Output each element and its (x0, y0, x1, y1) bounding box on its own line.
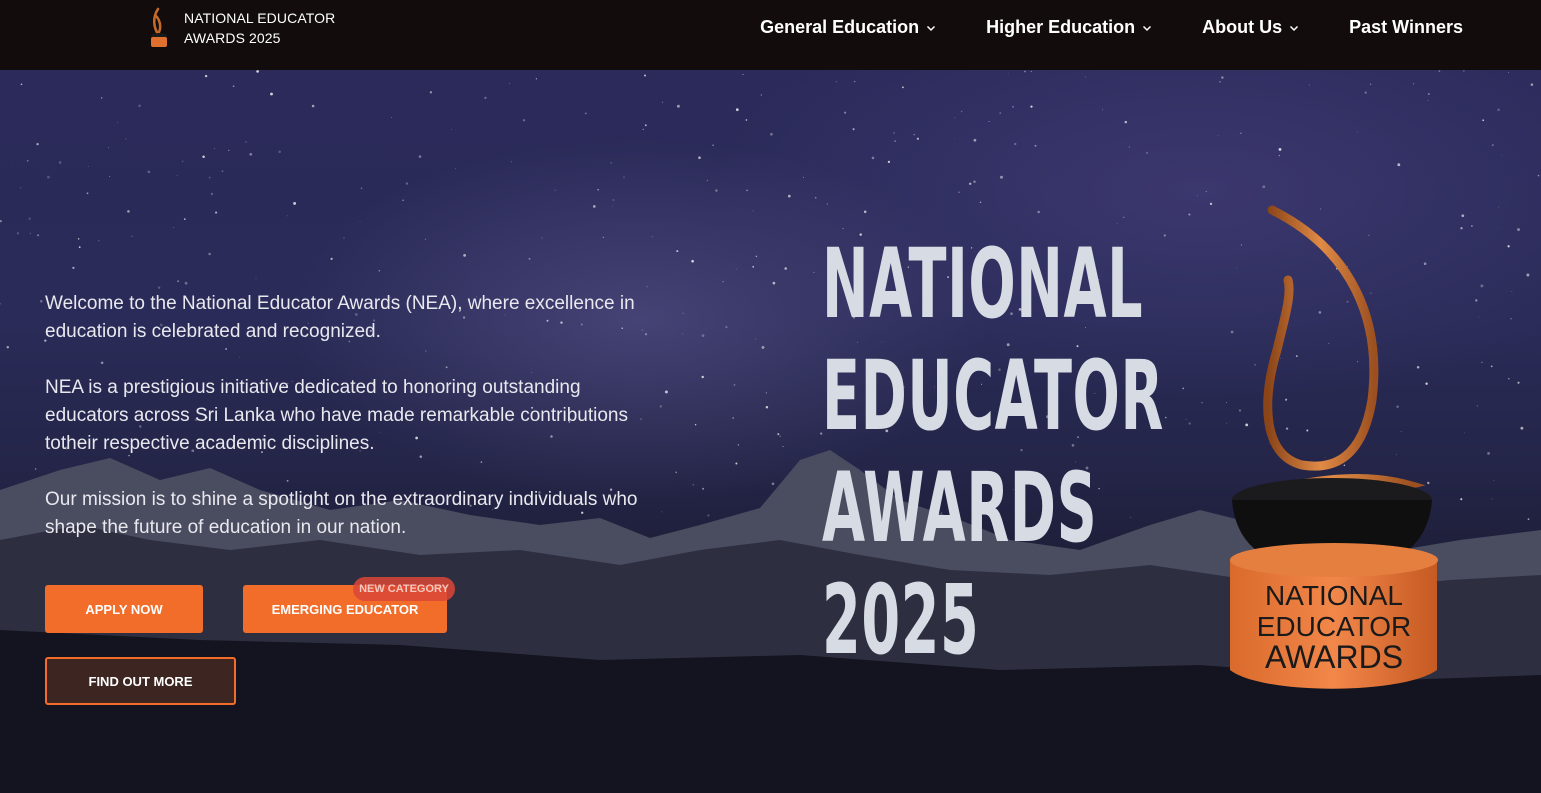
brand-logo-link[interactable]: NATIONAL EDUCATOR AWARDS 2025 (146, 6, 335, 50)
chevron-down-icon (1143, 25, 1152, 31)
nav-about-us[interactable]: About Us (1202, 17, 1299, 38)
hero-title-line: NATIONAL (822, 228, 1144, 340)
trophy-text-line: AWARDS (1265, 639, 1403, 675)
nav-label: Past Winners (1349, 17, 1463, 37)
apply-now-button[interactable]: APPLY NOW (45, 585, 203, 633)
intro-paragraph: NEA is a prestigious initiative dedicate… (45, 377, 628, 454)
hero-section: Welcome to the National Educator Awards … (0, 70, 1541, 793)
hero-title-line: EDUCATOR (822, 340, 1164, 452)
chevron-down-icon (927, 25, 936, 31)
trophy-flame-icon (151, 7, 167, 47)
trophy-text-line: NATIONAL (1265, 580, 1403, 611)
nav-higher-education[interactable]: Higher Education (986, 17, 1152, 38)
top-navigation-bar: NATIONAL EDUCATOR AWARDS 2025 General Ed… (0, 0, 1541, 70)
nav-label: General Education (760, 17, 920, 37)
chevron-down-icon (1290, 25, 1299, 31)
find-out-more-button[interactable]: FIND OUT MORE (45, 657, 236, 705)
new-category-badge: NEW CATEGORY (353, 577, 455, 601)
nav-past-winners[interactable]: Past Winners (1349, 17, 1463, 38)
brand-name: NATIONAL EDUCATOR AWARDS 2025 (184, 8, 335, 48)
trophy-text-line: EDUCATOR (1257, 611, 1412, 642)
nav-label: About Us (1202, 17, 1283, 37)
main-nav: General Education Higher Education About… (760, 17, 1463, 38)
hero-title-line: AWARDS (822, 452, 1098, 564)
brand-line-2: AWARDS 2025 (184, 30, 281, 46)
hero-title: NATIONAL EDUCATOR AWARDS 2025 (822, 228, 1164, 676)
nav-label: Higher Education (986, 17, 1136, 37)
trophy-image: NATIONAL EDUCATOR AWARDS (1230, 205, 1438, 689)
hero-title-line: 2025 (822, 564, 980, 676)
brand-line-1: NATIONAL EDUCATOR (184, 10, 336, 26)
nav-general-education[interactable]: General Education (760, 17, 936, 38)
intro-paragraph: Our mission is to shine a spotlight on t… (45, 489, 638, 538)
intro-text: Welcome to the National Educator Awards … (45, 290, 645, 570)
intro-paragraph: Welcome to the National Educator Awards … (45, 293, 635, 342)
